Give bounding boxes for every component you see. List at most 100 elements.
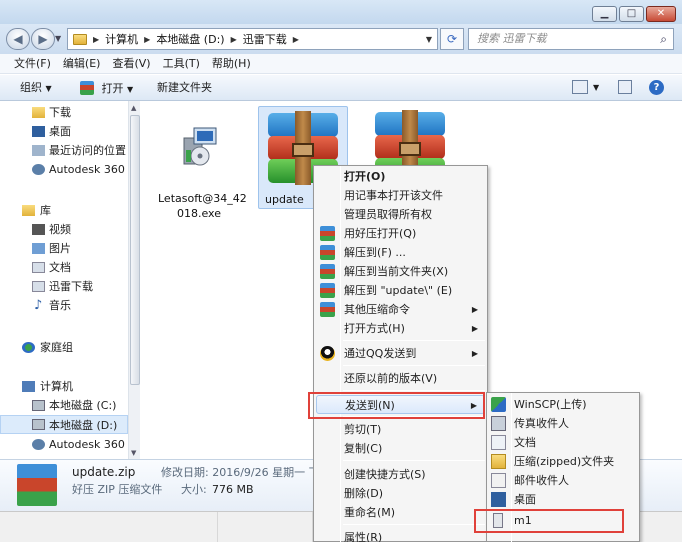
- chevron-down-icon: ▼: [127, 85, 134, 94]
- menu-help[interactable]: 帮助(H): [206, 54, 257, 73]
- preview-pane-icon[interactable]: [618, 80, 632, 94]
- nav-scrollbar[interactable]: ▲ ▼: [128, 101, 140, 459]
- menu-item-open-haozip[interactable]: 用好压打开(Q): [316, 224, 485, 243]
- menu-item-cut[interactable]: 剪切(T): [316, 420, 485, 439]
- nav-item-homegroup[interactable]: 家庭组: [0, 338, 128, 357]
- new-folder-button[interactable]: 新建文件夹: [157, 81, 212, 95]
- nav-item-desktop[interactable]: 桌面: [0, 122, 128, 141]
- nav-item-music[interactable]: ♪ 音乐: [0, 296, 128, 315]
- recent-pages-dropdown[interactable]: ▼: [55, 34, 61, 43]
- minimize-button[interactable]: ▁: [592, 6, 617, 22]
- breadcrumb-separator[interactable]: ▶: [293, 35, 299, 44]
- nav-item-recent-places[interactable]: 最近访问的位置: [0, 141, 128, 160]
- send-to-documents[interactable]: 文档: [489, 433, 637, 452]
- nav-label: Autodesk 360: [49, 438, 125, 451]
- breadcrumb-separator[interactable]: ▶: [93, 35, 99, 44]
- forward-button[interactable]: ▶: [31, 28, 55, 50]
- menu-view[interactable]: 查看(V): [106, 54, 156, 73]
- menu-item-label: 解压到(F) ...: [344, 246, 406, 259]
- nav-item-documents[interactable]: 文档: [0, 258, 128, 277]
- nav-item-library[interactable]: 库: [0, 201, 128, 220]
- view-options-icon[interactable]: [572, 80, 588, 94]
- menu-item-restore-versions[interactable]: 还原以前的版本(V): [316, 369, 485, 388]
- scroll-up-icon[interactable]: ▲: [131, 104, 136, 112]
- nav-item-drive-d[interactable]: 本地磁盘 (D:): [0, 415, 128, 434]
- menu-item-extract-to-folder[interactable]: 解压到 "update\" (E): [316, 281, 485, 300]
- menu-item-take-ownership[interactable]: 管理员取得所有权: [316, 205, 485, 224]
- menu-item-open-notepad[interactable]: 用记事本打开该文件: [316, 186, 485, 205]
- breadcrumb-xunlei[interactable]: 迅雷下载: [243, 31, 287, 47]
- menu-item-create-shortcut[interactable]: 创建快捷方式(S): [316, 465, 485, 484]
- address-dropdown-icon[interactable]: ▼: [426, 35, 432, 44]
- menu-item-copy[interactable]: 复制(C): [316, 439, 485, 458]
- back-button[interactable]: ◀: [6, 28, 30, 50]
- menu-item-properties[interactable]: 属性(R): [316, 528, 485, 542]
- status-cell: [218, 512, 313, 542]
- menu-item-extract-here[interactable]: 解压到当前文件夹(X): [316, 262, 485, 281]
- menu-tools[interactable]: 工具(T): [157, 54, 206, 73]
- details-filename: update.zip: [72, 465, 136, 479]
- file-item-letasoft[interactable]: Letasoft@34_42 018.exe: [158, 109, 247, 221]
- menu-item-send-qq[interactable]: 通过QQ发送到 ▶: [316, 344, 485, 363]
- submenu-arrow-icon: ▶: [471, 324, 478, 333]
- menu-item-open[interactable]: 打开(O): [316, 167, 485, 186]
- send-to-winscp[interactable]: WinSCP(上传): [489, 395, 637, 414]
- nav-item-videos[interactable]: 视频: [0, 220, 128, 239]
- close-button[interactable]: ✕: [646, 6, 676, 22]
- nav-label: 音乐: [49, 299, 71, 312]
- search-icon[interactable]: ⌕: [660, 29, 667, 49]
- nav-label: 视频: [49, 223, 71, 236]
- breadcrumb-computer[interactable]: 计算机: [105, 31, 138, 47]
- help-icon[interactable]: ?: [649, 80, 664, 95]
- nav-label: 文档: [49, 261, 71, 274]
- breadcrumb-separator[interactable]: ▶: [231, 35, 237, 44]
- nav-item-drive-c[interactable]: 本地磁盘 (C:): [0, 396, 128, 415]
- menu-item-label: 解压到 "update\" (E): [344, 284, 453, 297]
- send-to-zip-folder[interactable]: 压缩(zipped)文件夹: [489, 452, 637, 471]
- menu-item-rename[interactable]: 重命名(M): [316, 503, 485, 522]
- documents-icon: [32, 262, 45, 273]
- open-button[interactable]: 打开 ▼: [80, 81, 133, 97]
- menu-file[interactable]: 文件(F): [8, 54, 57, 73]
- organize-button[interactable]: 组织 ▼: [20, 81, 52, 96]
- maximize-button[interactable]: □: [619, 6, 644, 22]
- nav-item-autodesk-360[interactable]: Autodesk 360: [0, 435, 128, 454]
- highlight-box-send-to: [308, 392, 485, 419]
- details-type: 好压 ZIP 压缩文件: [72, 483, 163, 496]
- zip-folder-icon: [491, 454, 506, 469]
- file-name-line2: 018.exe: [176, 207, 221, 220]
- haozip-icon: [80, 81, 94, 95]
- menu-item-label: 打开(O): [344, 170, 386, 183]
- breadcrumb-separator[interactable]: ▶: [144, 35, 150, 44]
- menu-separator: [343, 524, 485, 525]
- address-bar[interactable]: ▶ 计算机 ▶ 本地磁盘 (D:) ▶ 迅雷下载 ▶ ▼: [67, 28, 438, 50]
- menu-item-open-with[interactable]: 打开方式(H) ▶: [316, 319, 485, 338]
- send-to-mail[interactable]: 邮件收件人: [489, 471, 637, 490]
- scrollbar-thumb[interactable]: [130, 115, 140, 385]
- breadcrumb-drive-d[interactable]: 本地磁盘 (D:): [156, 31, 224, 47]
- nav-label: 本地磁盘 (C:): [49, 399, 117, 412]
- nav-item-xunlei[interactable]: 迅雷下载: [0, 277, 128, 296]
- menu-item-label: 属性(R): [344, 531, 383, 542]
- nav-item-pictures[interactable]: 图片: [0, 239, 128, 258]
- nav-item-computer[interactable]: 计算机: [0, 377, 128, 396]
- menu-item-label: 重命名(M): [344, 506, 396, 519]
- scroll-down-icon[interactable]: ▼: [131, 449, 136, 457]
- menu-item-other-compress[interactable]: 其他压缩命令 ▶: [316, 300, 485, 319]
- menu-item-extract-to[interactable]: 解压到(F) ...: [316, 243, 485, 262]
- haozip-icon: [320, 226, 335, 241]
- menu-edit[interactable]: 编辑(E): [57, 54, 107, 73]
- refresh-button[interactable]: ⟳: [440, 28, 464, 50]
- nav-item-autodesk[interactable]: Autodesk 360: [0, 160, 128, 179]
- send-to-fax[interactable]: 传真收件人: [489, 414, 637, 433]
- desktop-icon: [491, 492, 506, 507]
- search-input[interactable]: 搜索 迅雷下载 ⌕: [468, 28, 674, 50]
- nav-label: 家庭组: [40, 341, 73, 354]
- menu-item-label: WinSCP(上传): [514, 398, 587, 411]
- nav-label: 最近访问的位置: [49, 144, 126, 157]
- send-to-desktop[interactable]: 桌面: [489, 490, 637, 509]
- file-name: update: [265, 193, 304, 206]
- menu-item-delete[interactable]: 删除(D): [316, 484, 485, 503]
- view-dropdown-icon[interactable]: ▼: [593, 81, 599, 95]
- nav-item-downloads[interactable]: 下载: [0, 103, 128, 122]
